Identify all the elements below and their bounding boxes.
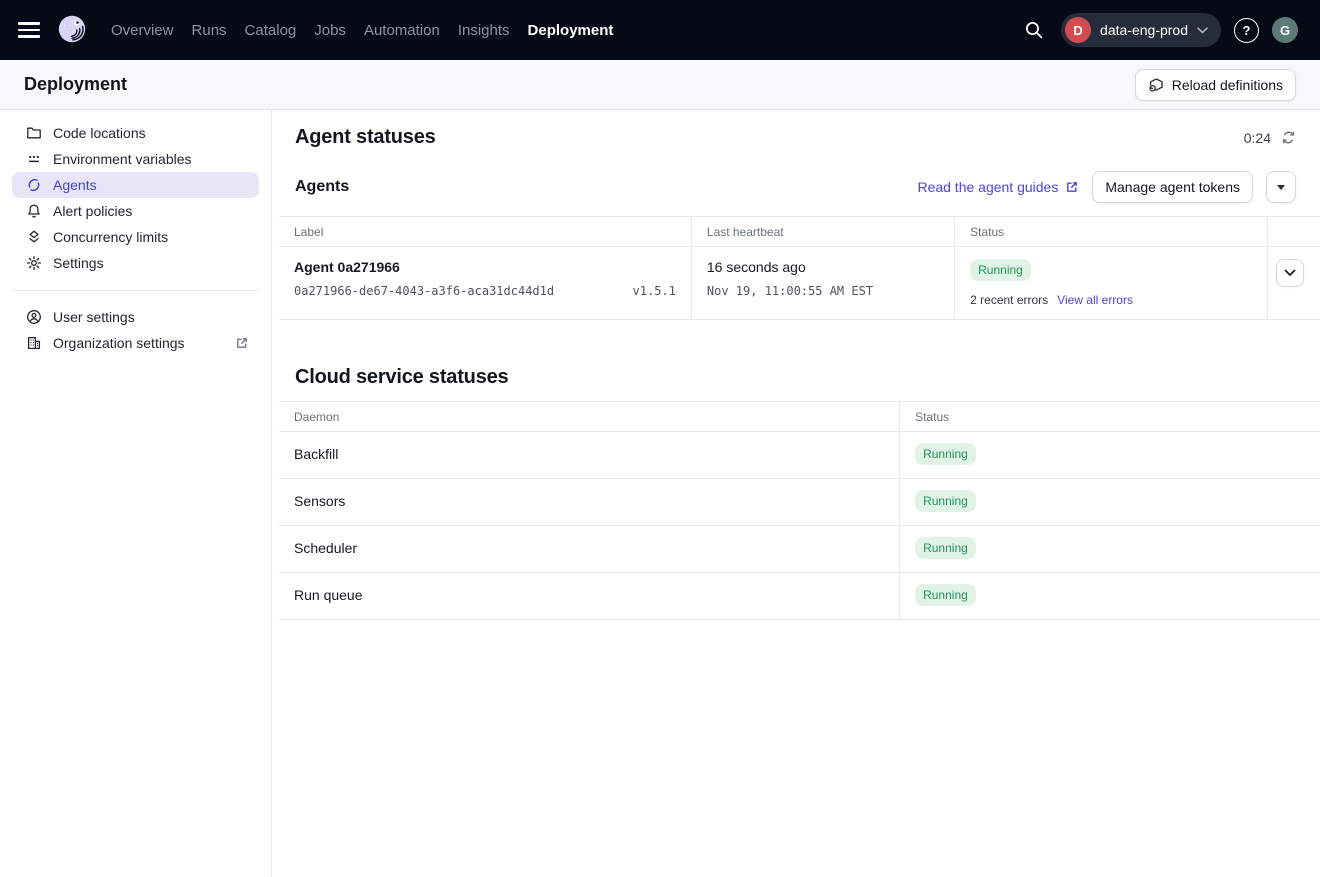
recent-errors-text: 2 recent errors	[970, 293, 1048, 307]
organization-icon	[26, 335, 42, 351]
nav-runs[interactable]: Runs	[192, 22, 227, 39]
daemon-name: Sensors	[279, 479, 900, 526]
gear-icon	[26, 255, 42, 271]
agent-guides-link[interactable]: Read the agent guides	[917, 179, 1079, 195]
heartbeat-timestamp: Nov 19, 11:00:55 AM EST	[707, 284, 873, 298]
sidebar-item-settings[interactable]: Settings	[12, 250, 259, 276]
agents-subheading: Agents	[295, 178, 349, 196]
page-header: Deployment Reload definitions	[0, 60, 1320, 110]
manage-agent-tokens-button[interactable]: Manage agent tokens	[1092, 171, 1253, 203]
agent-row: Agent 0a271966 0a271966-de67-4043-a3f6-a…	[279, 247, 1320, 320]
agent-label: Agent 0a271966	[294, 259, 676, 275]
caret-down-icon	[1277, 185, 1285, 190]
refresh-icon[interactable]	[1281, 130, 1296, 145]
reload-definitions-icon	[1148, 77, 1164, 93]
refresh-countdown: 0:24	[1244, 130, 1271, 146]
avatar[interactable]: G	[1272, 17, 1298, 43]
sidebar-divider	[12, 290, 259, 291]
menu-icon[interactable]	[18, 22, 40, 37]
deployment-badge: D	[1065, 17, 1091, 43]
cloud-services-table: Daemon Status Backfill Running Sensors R…	[279, 401, 1320, 620]
page-title: Deployment	[24, 74, 127, 95]
nav-overview[interactable]: Overview	[111, 22, 174, 39]
layers-icon	[26, 229, 42, 245]
daemon-row-scheduler: Scheduler Running	[279, 526, 1320, 573]
sidebar-item-user-settings[interactable]: User settings	[12, 304, 259, 330]
daemon-row-sensors: Sensors Running	[279, 479, 1320, 526]
deployment-switcher[interactable]: D data-eng-prod	[1061, 13, 1221, 47]
agents-table: Label Last heartbeat Status Agent 0a2719…	[279, 216, 1320, 320]
daemon-row-backfill: Backfill Running	[279, 432, 1320, 479]
column-header-expand	[1268, 217, 1320, 247]
folder-icon	[26, 125, 42, 141]
nav-insights[interactable]: Insights	[458, 22, 510, 39]
daemon-name: Backfill	[279, 432, 900, 479]
nav-jobs[interactable]: Jobs	[314, 22, 346, 39]
nav-deployment[interactable]: Deployment	[528, 22, 614, 39]
column-header-status: Status	[900, 402, 1320, 432]
daemon-name: Run queue	[279, 573, 900, 620]
agents-more-actions-button[interactable]	[1266, 171, 1296, 203]
sidebar-item-agents[interactable]: Agents	[12, 172, 259, 198]
sidebar-item-organization-settings[interactable]: Organization settings	[12, 330, 259, 356]
cloud-service-statuses-title: Cloud service statuses	[295, 366, 508, 389]
deployment-sidebar: Code locations Environment variables Age…	[0, 110, 272, 877]
column-header-daemon: Daemon	[279, 402, 900, 432]
bell-icon	[26, 203, 42, 219]
status-badge: Running	[970, 259, 1031, 281]
column-header-status: Status	[955, 217, 1268, 247]
external-link-icon	[1065, 180, 1079, 194]
agent-statuses-title: Agent statuses	[295, 126, 436, 149]
sidebar-item-environment-variables[interactable]: Environment variables	[12, 146, 259, 172]
agent-id: 0a271966-de67-4043-a3f6-aca31dc44d1d	[294, 284, 554, 298]
status-badge: Running	[915, 443, 976, 465]
expand-agent-row-button[interactable]	[1276, 259, 1304, 287]
external-link-icon	[235, 336, 249, 350]
env-vars-icon	[26, 151, 42, 167]
heartbeat-relative: 16 seconds ago	[707, 259, 939, 275]
top-navigation-bar: Overview Runs Catalog Jobs Automation In…	[0, 0, 1320, 60]
chevron-down-icon	[1197, 27, 1208, 34]
nav-automation[interactable]: Automation	[364, 22, 440, 39]
search-icon[interactable]	[1020, 16, 1048, 44]
agents-icon	[26, 177, 42, 193]
view-all-errors-link[interactable]: View all errors	[1057, 293, 1133, 307]
nav-catalog[interactable]: Catalog	[245, 22, 297, 39]
chevron-down-icon	[1284, 269, 1296, 277]
sidebar-item-code-locations[interactable]: Code locations	[12, 120, 259, 146]
user-icon	[26, 309, 42, 325]
daemon-name: Scheduler	[279, 526, 900, 573]
agent-version: v1.5.1	[633, 284, 676, 298]
column-header-last-heartbeat: Last heartbeat	[691, 217, 954, 247]
sidebar-item-concurrency-limits[interactable]: Concurrency limits	[12, 224, 259, 250]
status-badge: Running	[915, 537, 976, 559]
help-icon[interactable]: ?	[1234, 18, 1259, 43]
reload-definitions-button[interactable]: Reload definitions	[1135, 69, 1296, 101]
status-badge: Running	[915, 584, 976, 606]
status-badge: Running	[915, 490, 976, 512]
sidebar-item-alert-policies[interactable]: Alert policies	[12, 198, 259, 224]
deployment-name: data-eng-prod	[1100, 22, 1188, 38]
primary-nav: Overview Runs Catalog Jobs Automation In…	[111, 22, 613, 39]
refresh-timer: 0:24	[1244, 130, 1296, 146]
main-content: Agent statuses 0:24 Agents Read the agen…	[272, 110, 1320, 877]
topnav-right-controls: D data-eng-prod ? G	[1020, 13, 1298, 47]
dagster-logo-icon[interactable]	[55, 13, 89, 47]
column-header-label: Label	[279, 217, 691, 247]
daemon-row-run-queue: Run queue Running	[279, 573, 1320, 620]
